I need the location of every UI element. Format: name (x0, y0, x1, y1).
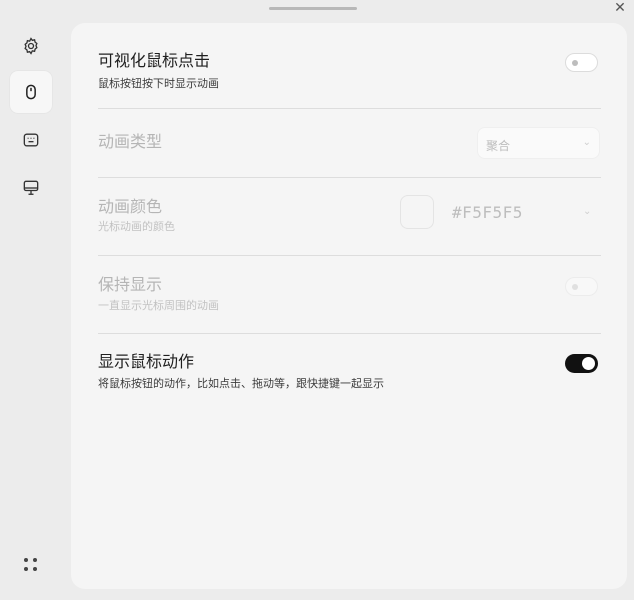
monitor-icon (23, 180, 39, 195)
setting-keep-showing: 保持显示 一直显示光标周围的动画 (98, 275, 601, 313)
setting-title: 保持显示 (98, 275, 163, 294)
setting-subtitle: 一直显示光标周围的动画 (98, 299, 219, 312)
keyboard-icon (23, 133, 39, 147)
setting-animation-color: 动画颜色 光标动画的颜色 (98, 197, 601, 234)
color-value[interactable]: #F5F5F5 (452, 203, 523, 222)
sidebar-item-keyboard[interactable] (9, 118, 53, 162)
toggle-knob (572, 60, 578, 66)
click-visual-toggle[interactable] (565, 53, 598, 72)
color-swatch[interactable] (400, 195, 434, 229)
grid-dots-icon[interactable] (22, 556, 40, 574)
divider (98, 333, 601, 334)
select-value: 聚合 (486, 139, 511, 153)
setting-title: 可视化鼠标点击 (98, 51, 211, 70)
setting-click-visual: 可视化鼠标点击 鼠标按钮按下时显示动画 (98, 51, 601, 91)
toggle-knob (572, 284, 578, 290)
gear-icon (24, 37, 38, 55)
divider (98, 255, 601, 256)
window-drag-handle[interactable] (269, 7, 357, 10)
chevron-down-icon: ⌄ (582, 137, 591, 148)
setting-subtitle: 鼠标按钮按下时显示动画 (98, 77, 219, 90)
chevron-down-icon[interactable]: ⌄ (583, 206, 591, 217)
sidebar-item-settings[interactable] (9, 24, 53, 68)
sidebar-item-mouse[interactable] (9, 70, 53, 114)
setting-title: 显示鼠标动作 (98, 352, 195, 371)
setting-show-mouse-actions: 显示鼠标动作 将鼠标按钮的动作，比如点击、拖动等，跟快捷键一起显示 (98, 352, 601, 391)
sidebar (0, 20, 62, 598)
close-button[interactable]: ✕ (612, 0, 628, 16)
divider (98, 177, 601, 178)
divider (98, 108, 601, 109)
setting-title: 动画颜色 (98, 197, 163, 216)
close-icon: ✕ (614, 0, 626, 16)
sidebar-item-display[interactable] (9, 166, 53, 210)
setting-subtitle: 光标动画的颜色 (98, 220, 175, 233)
mouse-icon (26, 84, 36, 100)
toggle-knob (582, 357, 595, 370)
keep-showing-toggle[interactable] (565, 277, 598, 296)
animation-type-select[interactable]: 聚合 ⌄ (477, 127, 600, 159)
settings-panel: 可视化鼠标点击 鼠标按钮按下时显示动画 动画类型 聚合 ⌄ 动画颜色 光标动画的… (71, 23, 627, 589)
show-mouse-actions-toggle[interactable] (565, 354, 598, 373)
setting-subtitle: 将鼠标按钮的动作，比如点击、拖动等，跟快捷键一起显示 (98, 377, 384, 390)
